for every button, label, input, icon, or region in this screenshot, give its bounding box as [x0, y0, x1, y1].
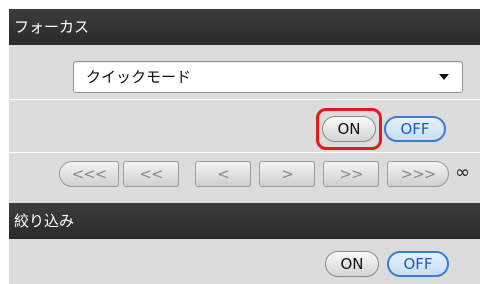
focus-far-large-button[interactable]: >>>	[387, 161, 449, 187]
focus-near-small-button[interactable]: <	[195, 161, 251, 187]
aperture-off-button[interactable]: OFF	[387, 251, 449, 277]
focus-off-button[interactable]: OFF	[384, 116, 446, 142]
infinity-icon: ∞	[455, 162, 470, 183]
live-view-panel: フォーカス クイックモード ON OFF <<< << < > >> >>> ∞…	[9, 9, 480, 284]
focus-mode-value: クイックモード	[86, 68, 192, 86]
focus-section-header: フォーカス	[9, 9, 480, 45]
chevron-down-icon	[439, 74, 449, 80]
focus-mode-dropdown[interactable]: クイックモード	[73, 61, 463, 93]
focus-near-medium-button[interactable]: <<	[123, 161, 179, 187]
on-button-highlight	[316, 108, 382, 150]
aperture-on-button[interactable]: ON	[325, 251, 379, 277]
focus-near-large-button[interactable]: <<<	[59, 161, 119, 187]
aperture-section-header: 絞り込み	[9, 203, 480, 239]
focus-far-medium-button[interactable]: >>	[323, 161, 379, 187]
focus-far-small-button[interactable]: >	[259, 161, 315, 187]
